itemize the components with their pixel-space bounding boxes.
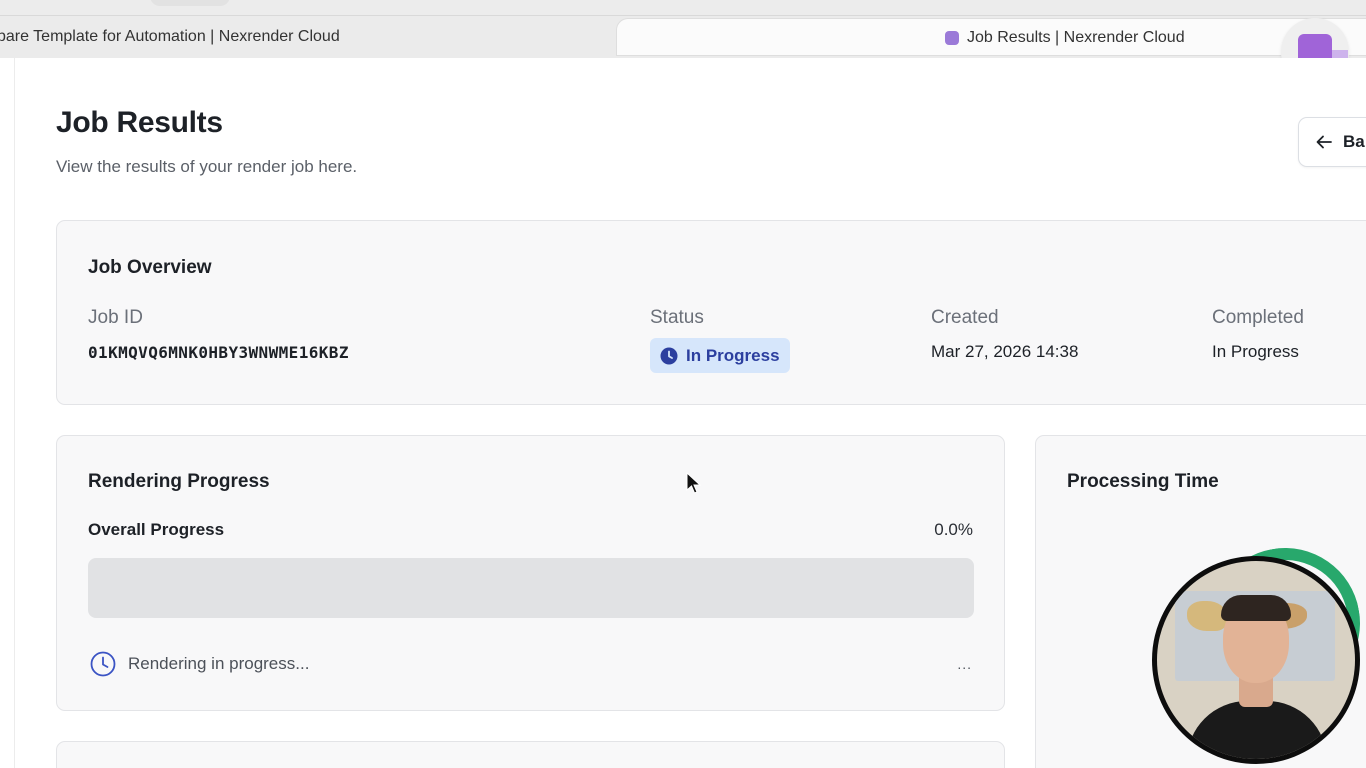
processing-time-title: Processing Time	[1067, 471, 1219, 492]
browser-tab-active-title: Job Results | Nexrender Cloud	[967, 29, 1185, 46]
browser-top-bar	[0, 0, 1366, 16]
render-status-row: Rendering in progress...	[90, 651, 309, 677]
next-card	[56, 741, 1005, 768]
job-id-value: 01KMQVQ6MNK0HBY3WNWME16KBZ	[88, 343, 349, 362]
nexrender-favicon-icon	[945, 31, 959, 45]
created-label: Created	[931, 307, 999, 328]
presenter-webcam	[1152, 536, 1366, 764]
job-id-label: Job ID	[88, 307, 143, 328]
back-button-label: Ba	[1343, 132, 1365, 151]
browser-tab-inactive[interactable]: pare Template for Automation | Nexrender…	[0, 18, 600, 56]
status-label: Status	[650, 307, 704, 328]
clock-icon	[90, 651, 116, 677]
webcam-frame	[1152, 556, 1360, 764]
overall-progress-label: Overall Progress	[88, 520, 225, 539]
browser-tab-inactive-title: pare Template for Automation | Nexrender…	[0, 28, 340, 45]
browser-chrome: pare Template for Automation | Nexrender…	[0, 0, 1366, 86]
arrow-left-icon	[1316, 135, 1332, 149]
sidebar-edge	[0, 58, 15, 768]
progress-bar	[88, 558, 974, 618]
rendering-progress-card: Rendering Progress Overall Progress 0.0%…	[56, 435, 1005, 711]
mouse-cursor-icon	[686, 472, 702, 494]
status-badge-text: In Progress	[686, 345, 780, 365]
clock-filled-icon	[660, 347, 678, 364]
window-control[interactable]	[150, 0, 230, 6]
render-status-text: Rendering in progress...	[128, 654, 310, 673]
status-badge: In Progress	[650, 338, 790, 373]
completed-value: In Progress	[1212, 342, 1299, 361]
created-value: Mar 27, 2026 14:38	[931, 342, 1079, 361]
page-title: Job Results	[56, 106, 223, 139]
job-overview-card: Job Overview Job ID 01KMQVQ6MNK0HBY3WNWM…	[56, 220, 1366, 405]
overall-progress-value: 0.0%	[934, 520, 973, 539]
page-subtitle: View the results of your render job here…	[56, 157, 358, 176]
job-overview-title: Job Overview	[88, 257, 212, 278]
completed-label: Completed	[1212, 307, 1304, 328]
rendering-progress-title: Rendering Progress	[88, 471, 270, 492]
render-status-trailing: ...	[957, 656, 972, 672]
back-button[interactable]: Ba	[1298, 117, 1366, 167]
browser-tab-active[interactable]: Job Results | Nexrender Cloud	[616, 18, 1366, 56]
